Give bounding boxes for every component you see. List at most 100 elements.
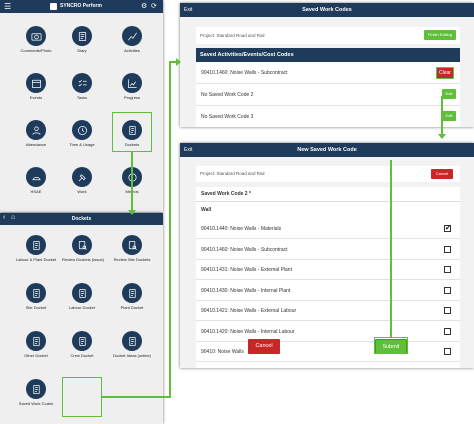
saved-header: Exit Saved Work Codes <box>180 3 474 17</box>
list-item: No Saved Work Code 3 Edit <box>196 106 460 127</box>
dockets-header: ‹ ⌂ Dockets <box>0 213 163 225</box>
arrow-down-icon <box>438 134 446 139</box>
app-title: SYNCRO Perform <box>60 3 102 9</box>
saved-work-codes-screen: Exit Saved Work Codes Project: Standard … <box>180 3 474 127</box>
tile-label: Work <box>77 189 87 194</box>
saved-code-1-text: 90410.1460: Noise Walls - Subcontract <box>201 70 288 76</box>
tile-label: Activities <box>124 48 140 53</box>
docket-tile[interactable]: Site Docket <box>16 283 56 310</box>
work-code-row[interactable]: 90410.1430: Noise Walls - Internal Plant <box>196 281 460 301</box>
work-code-row[interactable]: 90410.1440: Noise Walls - Materials ✔ <box>196 219 460 239</box>
work-code-row[interactable]: 90410.1431: Noise Walls - External Plant <box>196 260 460 280</box>
list-item: No Saved Work Code 2 Edit <box>196 84 460 106</box>
new-code-header: Exit New Saved Work Code <box>180 143 474 157</box>
sync-icon[interactable]: ⟳ <box>151 2 157 10</box>
connector-line <box>390 160 392 337</box>
code-select-area: Saved Work Code 2 * Wall 90410.1440: Noi… <box>196 187 460 368</box>
docket-icon <box>26 235 46 255</box>
work-code-text: 90410.1421: Noise Walls - External Labou… <box>201 308 297 314</box>
clock-icon <box>72 120 92 140</box>
work-code-text: 90410.1431: Noise Walls - External Plant <box>201 267 292 273</box>
tile-label: HSAE <box>30 189 42 194</box>
checkbox[interactable] <box>444 307 451 314</box>
checkbox[interactable] <box>444 348 451 355</box>
connector-line <box>102 396 170 398</box>
tile-label: Saved Work Codes <box>18 401 54 406</box>
menu-tile[interactable]: HSAE <box>16 167 56 194</box>
docket-tile[interactable]: Docket Ideas (online) <box>112 331 152 358</box>
review-icon <box>122 235 142 255</box>
checkbox-checked[interactable]: ✔ <box>444 225 451 232</box>
work-code-row[interactable]: 90410.1420: Noise Walls - Internal Labou… <box>196 322 460 342</box>
menu-icon[interactable]: ☰ <box>4 2 11 11</box>
menu-tile[interactable]: Tasks <box>62 73 102 100</box>
work-code-row[interactable]: 90410.1421: Noise Walls - External Labou… <box>196 301 460 321</box>
arrow-down-icon <box>128 210 136 215</box>
menu-tile[interactable]: Events <box>16 73 56 100</box>
menu-tile[interactable]: Attendance <box>16 120 56 147</box>
project-bar: Project: Standard Road and Rail Finish E… <box>196 27 460 44</box>
saved-list: 90410.1460: Noise Walls - Subcontract Cl… <box>196 62 460 127</box>
settings-icon[interactable]: ⚙ <box>141 2 147 10</box>
checkbox[interactable] <box>444 327 451 335</box>
work-code-text: 90410.1420: Noise Walls - Internal Labou… <box>201 328 295 335</box>
finish-editing-button[interactable]: Finish Editing <box>424 30 456 40</box>
menu-tile[interactable]: Comments/Photo <box>16 26 56 53</box>
tile-label: Labour Docket <box>68 305 95 310</box>
work-icon <box>72 167 92 187</box>
menu-tile[interactable]: Activities <box>112 26 152 53</box>
work-code-row[interactable]: 90410: Noise Walls <box>196 342 460 362</box>
tile-label: Site Docket <box>25 305 47 310</box>
docket-tile[interactable]: Review Dockets (Issue) <box>62 235 105 262</box>
tile-label: Review Site Dockets <box>113 257 151 262</box>
edit-button[interactable]: Edit <box>442 89 456 99</box>
docket-icon <box>72 331 92 351</box>
docket-tile[interactable]: Other Docket <box>16 331 56 358</box>
checkmark-icon: ✔ <box>445 225 451 232</box>
tile-label: Diary <box>77 48 87 53</box>
docket-tile[interactable]: Crew Docket <box>62 331 102 358</box>
checkbox[interactable] <box>444 286 451 294</box>
work-code-text: 90410.1440: Noise Walls - Materials <box>201 226 282 232</box>
saved-title: Saved Work Codes <box>302 7 352 13</box>
progress-icon <box>122 73 142 93</box>
clear-button[interactable]: Clear <box>436 67 454 79</box>
tile-label: Review Dockets (Issue) <box>62 257 105 262</box>
tile-label: Crew Docket <box>70 353 94 358</box>
activities-icon <box>122 26 142 46</box>
attendance-icon <box>26 120 46 140</box>
tile-label: Labour & Plant Docket <box>16 257 57 262</box>
menu-tile[interactable]: Progress <box>112 73 152 100</box>
docket-tile[interactable]: Plant Docket <box>112 283 152 310</box>
docket-tile[interactable]: Saved Work Codes <box>16 379 56 406</box>
saved-section-header: Saved Activities/Events/Cost Codes <box>196 48 460 62</box>
menu-tile[interactable]: Diary <box>62 26 102 53</box>
connector-line <box>441 96 443 136</box>
tile-label: Time & Usage <box>69 142 95 147</box>
tile-label: Events <box>29 95 43 100</box>
docket-icon <box>26 379 46 399</box>
docket-tile[interactable]: Labour & Plant Docket <box>16 235 56 262</box>
menu-tile[interactable]: Work <box>62 167 102 194</box>
menu-tile[interactable]: Time & Usage <box>62 120 102 147</box>
cancel-small-button[interactable]: Cancel <box>431 169 453 179</box>
edit-button[interactable]: Edit <box>442 111 456 121</box>
connector-line <box>169 61 171 398</box>
docket-tile[interactable]: Review Site Dockets <box>112 235 152 262</box>
events-icon <box>26 73 46 93</box>
work-code-text: 90410.1460: Noise Walls - Subcontract <box>201 246 288 253</box>
tile-label: Attendance <box>25 142 47 147</box>
docket-tile[interactable]: Labour Docket <box>62 283 102 310</box>
review-icon <box>72 235 92 255</box>
tile-label: Comments/Photo <box>20 48 52 53</box>
tile-label: Plant Docket <box>120 305 144 310</box>
checkbox[interactable] <box>444 245 451 253</box>
work-code-text: 90410: Noise Walls <box>201 349 244 355</box>
tile-label: Other Docket <box>24 353 48 358</box>
tasks-icon <box>72 73 92 93</box>
checkbox[interactable] <box>444 266 451 273</box>
docket-icon <box>122 283 142 303</box>
cancel-button[interactable]: Cancel <box>248 339 280 354</box>
work-code-row[interactable]: 90410.1460: Noise Walls - Subcontract <box>196 240 460 260</box>
group-label: Wall <box>201 207 212 213</box>
